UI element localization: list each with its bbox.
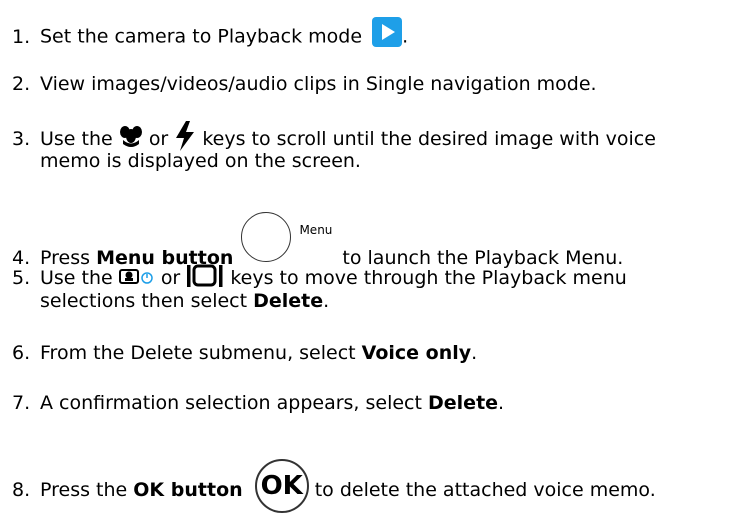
step-text-pre: From the Delete submenu, select bbox=[40, 342, 356, 364]
step-number: 2. bbox=[12, 73, 31, 95]
macro-flower-icon bbox=[119, 126, 142, 147]
menu-button-icon bbox=[241, 212, 292, 262]
step-text-end: . bbox=[471, 342, 478, 364]
step-5-continued: selections then select Delete. bbox=[40, 289, 329, 313]
delete-label: Delete bbox=[253, 290, 324, 312]
step-number: 7. bbox=[12, 392, 31, 414]
step-1: 1. Set the camera to Playback mode . bbox=[12, 17, 409, 52]
step-3-continued: memo is displayed on the screen. bbox=[40, 150, 361, 172]
step-number: 6. bbox=[12, 342, 31, 364]
step-text-end: . bbox=[498, 392, 505, 414]
step-text-end: . bbox=[323, 290, 330, 312]
menu-icon-label: Menu bbox=[299, 223, 333, 237]
step-text-pre: Use the bbox=[40, 128, 113, 150]
flash-bolt-icon bbox=[176, 121, 195, 151]
step-number: 1. bbox=[12, 25, 31, 48]
step-text: selections then select bbox=[40, 290, 248, 312]
step-text-pre: Press the bbox=[40, 479, 128, 501]
step-number: 3. bbox=[12, 128, 31, 150]
playback-mode-icon bbox=[372, 17, 403, 47]
display-icon bbox=[187, 264, 223, 287]
step-text: View images/videos/audio clips in Single… bbox=[40, 73, 597, 95]
step-number: 5. bbox=[12, 267, 31, 289]
step-text-mid: or bbox=[160, 267, 181, 289]
step-5: 5. Use the or keys to move through the Pl… bbox=[12, 264, 627, 290]
step-text-post: keys to scroll until the desired image w… bbox=[202, 128, 656, 150]
self-timer-icon bbox=[118, 269, 153, 284]
step-text-mid: or bbox=[148, 128, 169, 150]
step-8: 8. Press the OK button OK to delete the at… bbox=[12, 459, 656, 525]
step-text-pre: A confirmation selection appears, select bbox=[40, 392, 422, 414]
step-number: 8. bbox=[12, 479, 31, 501]
step-3: 3. Use the or keys to scroll until the de… bbox=[12, 121, 656, 151]
step-text-end: . bbox=[402, 25, 409, 48]
step-text-pre: Use the bbox=[40, 267, 113, 289]
step-text-post: to delete the attached voice memo. bbox=[314, 479, 656, 501]
ok-button-icon: OK bbox=[254, 459, 309, 513]
delete-label: Delete bbox=[428, 392, 499, 414]
step-6: 6. From the Delete submenu, select Voice … bbox=[12, 341, 477, 365]
step-7: 7. A confirmation selection appears, sele… bbox=[12, 391, 504, 415]
step-text-post: keys to move through the Playback menu bbox=[230, 267, 627, 289]
voice-only-label: Voice only bbox=[361, 342, 472, 364]
step-text: Set the camera to Playback mode bbox=[40, 25, 363, 48]
ok-button-label: OK button bbox=[133, 479, 243, 501]
step-2: 2. View images/videos/audio clips in Sing… bbox=[12, 72, 597, 96]
